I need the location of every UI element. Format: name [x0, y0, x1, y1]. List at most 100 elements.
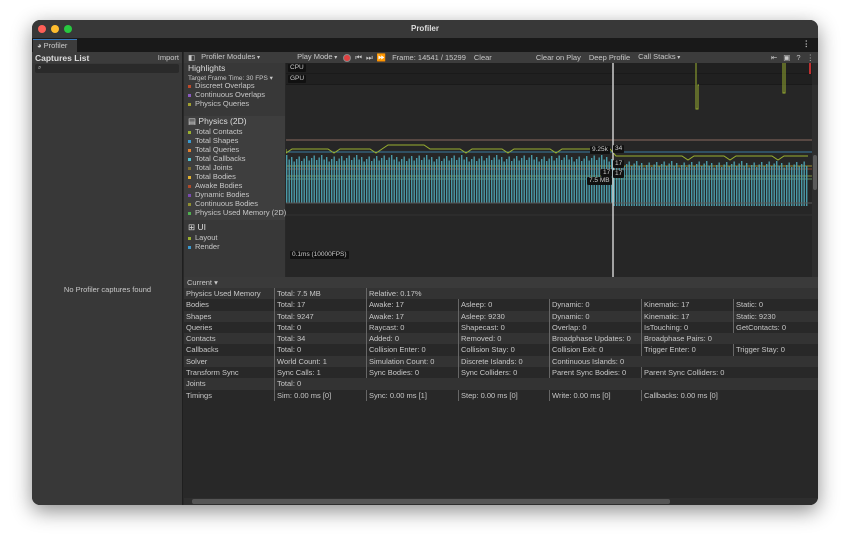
save-icon[interactable]: ▣ [783, 52, 790, 63]
record-button[interactable] [343, 53, 352, 62]
next-frame-icon[interactable]: ⏭ [366, 53, 373, 63]
details-cell: Total: 7.5 MB [274, 288, 321, 300]
bar [793, 164, 795, 206]
legend-item[interactable]: Awake Bodies [184, 181, 285, 190]
tab-profiler[interactable]: ◕ Profiler [33, 39, 77, 52]
help-icon[interactable]: ? [796, 52, 800, 63]
profiler-window: Profiler ◕ Profiler ⋮ Captures List Impor… [32, 20, 818, 505]
deep-profile-button[interactable]: Deep Profile [587, 52, 632, 63]
bar [298, 156, 300, 203]
bar [626, 164, 628, 206]
bar [496, 155, 498, 203]
bar [523, 155, 525, 203]
captures-search-input[interactable]: ⌕ [35, 64, 179, 73]
legend-item[interactable]: Physics Queries [184, 99, 285, 108]
legend-item[interactable]: Total Joints [184, 163, 285, 172]
import-button[interactable]: Import [158, 53, 179, 62]
clear-button[interactable]: Clear [472, 52, 494, 63]
legend-item[interactable]: Total Shapes [184, 136, 285, 145]
bar [766, 164, 768, 206]
memory-value: 7.5 MB [587, 177, 612, 185]
legend-item[interactable]: Total Queries [184, 145, 285, 154]
bar [486, 158, 488, 203]
bar [803, 161, 805, 206]
bar [423, 157, 425, 203]
bar [693, 166, 695, 206]
bar [728, 166, 730, 206]
bar [343, 160, 345, 203]
frame-counter: Frame: 14541 / 15299 [392, 53, 466, 62]
details-cell: Dynamic: 0 [549, 299, 590, 311]
bar [506, 159, 508, 203]
legend-item[interactable]: Render [184, 242, 285, 251]
details-cell: Sync Calls: 1 [274, 367, 321, 379]
vertical-scrollbar[interactable] [812, 85, 818, 277]
details-cell: Simulation Count: 0 [366, 355, 434, 368]
bar [651, 167, 653, 206]
legend-item[interactable]: Dynamic Bodies [184, 190, 285, 199]
contacts-value: 34 [613, 145, 625, 153]
highlights-title: Highlights [188, 63, 226, 73]
close-button[interactable] [38, 25, 46, 33]
more-icon[interactable]: ⋮ [807, 52, 815, 63]
bar [561, 160, 563, 203]
details-cell: GetContacts: 0 [733, 321, 786, 334]
details-cell: Removed: 0 [458, 333, 501, 345]
bar [461, 155, 463, 203]
shapes-value: 9.25k [590, 146, 610, 154]
bar [691, 162, 693, 206]
load-icon[interactable]: ⇤ [771, 52, 777, 63]
horizontal-scrollbar[interactable] [184, 498, 818, 505]
legend-item[interactable]: Continuous Overlaps [184, 90, 285, 99]
module-physics-2d[interactable]: ▤ Physics (2D) Total Contacts Total Shape… [184, 116, 286, 220]
last-frame-icon[interactable]: ⏩ [377, 53, 386, 62]
details-cell: Sync Colliders: 0 [458, 367, 517, 379]
bar [351, 160, 353, 203]
details-cell: Kinematic: 17 [641, 299, 689, 311]
highlight-spike [695, 63, 699, 110]
color-swatch [188, 139, 191, 143]
bar [531, 155, 533, 203]
details-cell: Callbacks: 0.00 ms [0] [641, 389, 718, 401]
previous-frame-icon[interactable]: ⏮ [355, 53, 362, 63]
bar [663, 161, 665, 206]
bar [338, 158, 340, 203]
legend-item[interactable]: Continuous Bodies [184, 199, 285, 208]
details-cell: Static: 0 [733, 299, 763, 311]
physics-2d-icon: ▤ [188, 116, 199, 126]
bar [463, 159, 465, 203]
details-cell: Total: 9247 [274, 310, 314, 322]
bar [513, 158, 515, 203]
zoom-button[interactable] [64, 25, 72, 33]
bar [643, 167, 645, 206]
legend-item[interactable]: Total Contacts [184, 127, 285, 136]
details-row: Queries Total: 0 Raycast: 0 Shapecast: 0 Ove… [184, 321, 818, 334]
bar [556, 158, 558, 203]
bar [548, 158, 550, 203]
view-dropdown[interactable]: Current ▾ [184, 277, 818, 288]
module-ui[interactable]: ⊞ UI Layout Render [184, 220, 285, 251]
bar [538, 161, 540, 203]
color-swatch [188, 245, 191, 249]
search-icon: ⌕ [38, 65, 42, 71]
color-swatch [188, 148, 191, 152]
legend-item[interactable]: Total Callbacks [184, 154, 285, 163]
legend-item[interactable]: Total Bodies [184, 172, 285, 181]
details-cell: IsTouching: 0 [641, 321, 688, 334]
legend-item[interactable]: Physics Used Memory (2D) [184, 208, 286, 217]
bar [383, 155, 385, 203]
bar [681, 165, 683, 206]
bar [773, 163, 775, 206]
sidebar-toggle-icon[interactable]: ◧ [188, 53, 195, 62]
bar [333, 156, 335, 203]
bar [418, 155, 420, 203]
bar [516, 156, 518, 203]
legend-item[interactable]: Layout [184, 233, 285, 242]
clear-on-play-button[interactable]: Clear on Play [534, 52, 583, 63]
details-cell: Total: 0 [274, 378, 301, 390]
bar [558, 155, 560, 203]
details-row-label: Queries [186, 322, 213, 332]
profiler-chart[interactable]: CPU GPU 9.25k 34 17 17 17 7.5 MB 0.1ms (… [286, 63, 812, 277]
minimize-button[interactable] [51, 25, 59, 33]
more-icon[interactable]: ⋮ [803, 39, 811, 48]
